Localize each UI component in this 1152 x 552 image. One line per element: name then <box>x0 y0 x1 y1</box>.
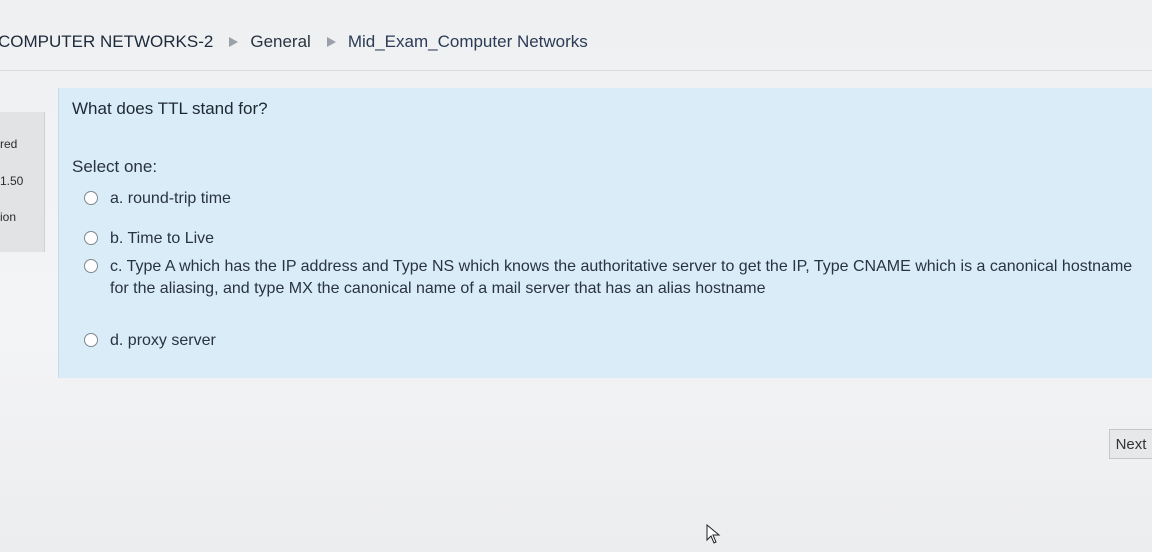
quiz-page: COMPUTER NETWORKS-2 General Mid_Exam_Com… <box>0 0 1152 552</box>
radio-button[interactable] <box>84 259 98 273</box>
answer-option-c[interactable]: c. Type A which has the IP address and T… <box>84 256 1144 300</box>
next-page-button[interactable]: Next <box>1109 429 1152 459</box>
radio-button[interactable] <box>84 231 98 245</box>
answer-option-a[interactable]: a. round-trip time <box>84 188 231 210</box>
answer-option-label: b. Time to Live <box>110 230 215 247</box>
question-info-panel: red 1.50 ion <box>0 112 45 252</box>
answer-option-label: a. round-trip time <box>110 190 231 207</box>
question-text: What does TTL stand for? <box>72 99 268 118</box>
mouse-pointer-icon <box>706 524 721 544</box>
question-marks-text: 1.50 <box>0 174 24 188</box>
breadcrumb-quiz-link[interactable]: Mid_Exam_Computer Networks <box>348 32 588 52</box>
header-divider <box>0 70 1152 71</box>
flag-question-text: ion <box>0 210 17 224</box>
breadcrumb: COMPUTER NETWORKS-2 General Mid_Exam_Com… <box>0 22 588 62</box>
triangle-right-icon <box>326 37 336 47</box>
breadcrumb-section-link[interactable]: General <box>250 32 310 52</box>
answer-option-label: c. Type A which has the IP address and T… <box>110 258 1133 297</box>
breadcrumb-course-link[interactable]: COMPUTER NETWORKS-2 <box>0 32 213 52</box>
answer-option-b[interactable]: b. Time to Live <box>84 228 214 250</box>
select-one-prompt: Select one: <box>72 157 158 176</box>
question-status-text: red <box>0 137 18 151</box>
radio-button[interactable] <box>84 333 98 347</box>
radio-button[interactable] <box>84 191 98 205</box>
triangle-right-icon <box>229 37 239 47</box>
answer-option-d[interactable]: d. proxy server <box>84 330 216 352</box>
answer-option-label: d. proxy server <box>110 332 216 349</box>
question-content-box <box>58 88 1152 378</box>
